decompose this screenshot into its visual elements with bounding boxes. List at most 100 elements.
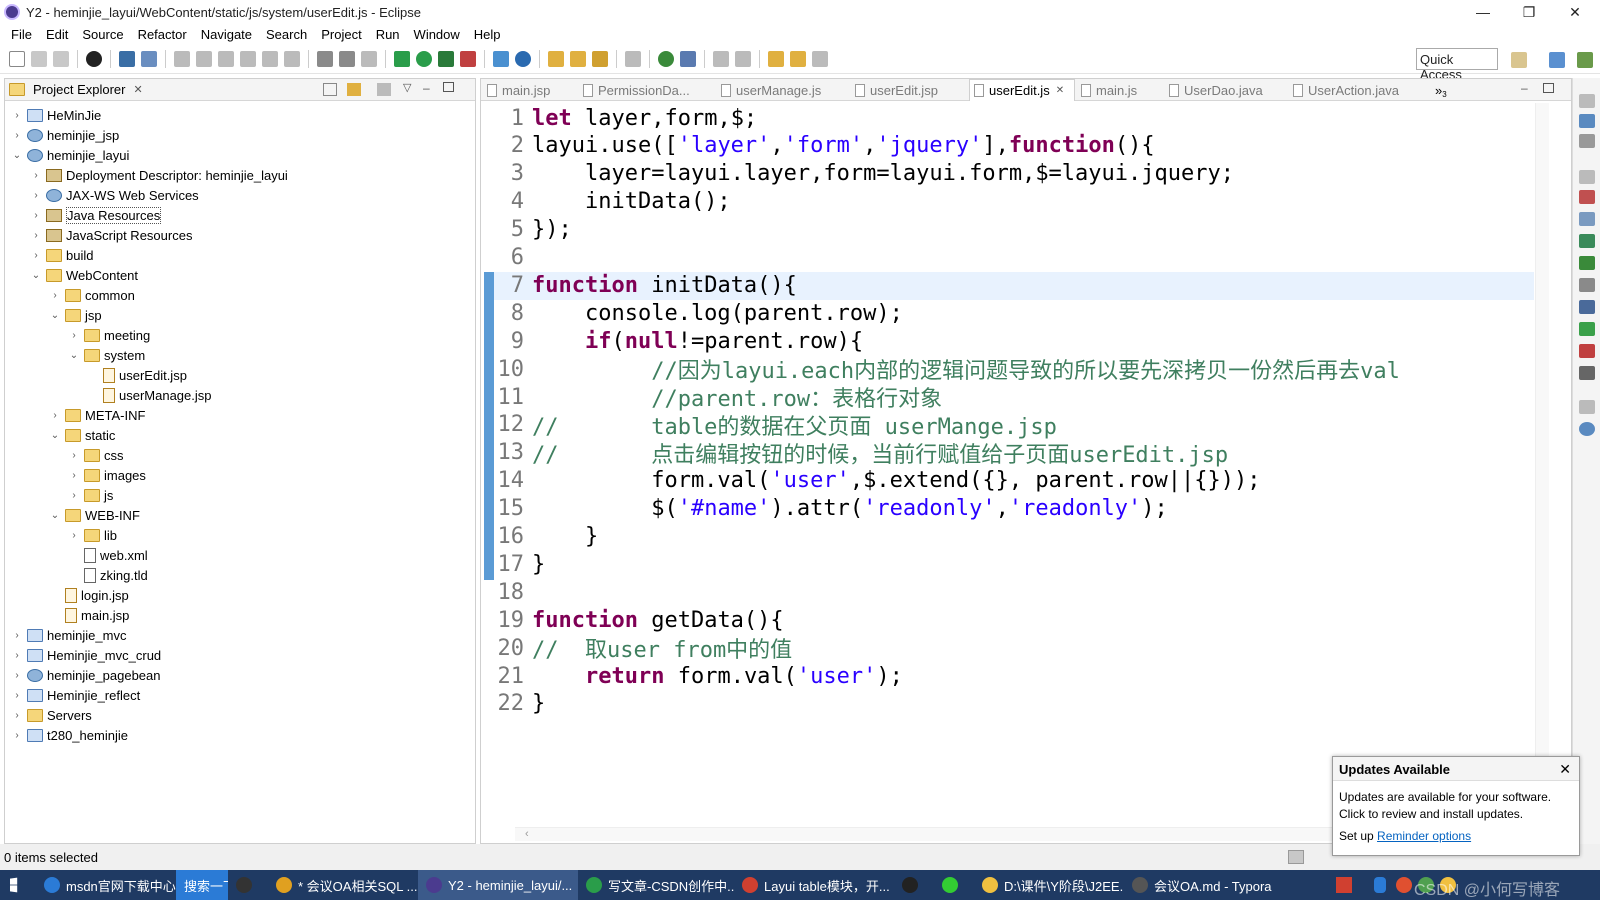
code-line[interactable]: 16 } (494, 523, 599, 551)
tree-item[interactable]: › heminjie_jsp (11, 125, 119, 145)
disconnect-icon[interactable] (240, 50, 256, 67)
terminate-icon[interactable] (218, 50, 234, 67)
search-tool-icon[interactable] (592, 50, 608, 67)
collapse-arrow-icon[interactable]: ⌄ (11, 150, 23, 161)
taskbar-item[interactable]: Layui table模块，开... (734, 870, 894, 900)
tree-item[interactable]: › heminjie_pagebean (11, 665, 160, 685)
new-server-icon[interactable] (493, 50, 509, 67)
tree-item[interactable]: › css (68, 445, 123, 465)
expand-arrow-icon[interactable]: › (49, 410, 61, 421)
expand-arrow-icon[interactable]: › (68, 530, 80, 541)
collapse-all-icon[interactable] (323, 83, 337, 96)
view-menu-icon[interactable]: ▽ (403, 81, 411, 94)
code-line[interactable]: 18 (494, 578, 532, 606)
console-icon[interactable] (119, 50, 135, 67)
start-button[interactable] (0, 870, 36, 900)
collapse-arrow-icon[interactable]: ⌄ (49, 310, 61, 321)
collapse-arrow-icon[interactable]: ⌄ (49, 430, 61, 441)
forward-icon[interactable] (812, 50, 828, 67)
restore-icon[interactable] (1579, 400, 1595, 414)
quick-access-input[interactable]: Quick Access (1416, 48, 1498, 82)
snippets-icon[interactable] (1579, 278, 1595, 292)
help-icon[interactable] (1579, 422, 1595, 436)
close-window-button[interactable]: ✕ (1552, 0, 1598, 24)
tree-item[interactable]: › Servers (11, 705, 91, 725)
code-line[interactable]: 2 layui.use(['layer','form','jquery'], fun… (494, 132, 1155, 160)
expand-arrow-icon[interactable]: › (68, 470, 80, 481)
profile-icon[interactable] (86, 50, 102, 67)
skip-breakpoints-icon[interactable] (141, 50, 157, 67)
menu-window[interactable]: Window (414, 27, 460, 42)
code-line[interactable]: 5}); (494, 216, 572, 244)
close-tab-icon[interactable]: ✕ (1056, 85, 1064, 96)
tree-item[interactable]: › META-INF (49, 405, 145, 425)
debug-perspective-icon[interactable] (1577, 52, 1593, 68)
maximize-button[interactable]: ❐ (1506, 0, 1552, 24)
properties-icon[interactable] (1579, 212, 1595, 226)
expand-arrow-icon[interactable]: › (30, 210, 42, 221)
use-step-filters-icon[interactable] (339, 50, 355, 67)
search-view-icon[interactable] (1579, 366, 1595, 380)
tab-useraction-java[interactable]: UserAction.java (1293, 79, 1423, 101)
code-line[interactable]: 20 // 取user from中的值 (494, 634, 793, 664)
taskbar-item[interactable]: 会议OA.md - Typora (1124, 870, 1284, 900)
menu-run[interactable]: Run (376, 27, 400, 42)
tree-item[interactable]: › Java Resources (30, 205, 162, 225)
expand-arrow-icon[interactable]: › (68, 490, 80, 501)
taskbar-item[interactable]: Y2 - heminjie_layui/... (418, 870, 578, 900)
tree-item[interactable]: › lib (68, 525, 117, 545)
tree-item[interactable]: ⌄ WebContent (30, 265, 138, 285)
globe-icon[interactable] (658, 50, 674, 67)
code-line[interactable]: 7 function initData(){ (494, 271, 797, 299)
tree-item[interactable]: › heminjie_mvc (11, 625, 126, 645)
code-line[interactable]: 9 if(null !=parent.row){ (494, 327, 863, 355)
tree-item[interactable]: › images (68, 465, 146, 485)
back-icon[interactable] (790, 50, 806, 67)
code-line[interactable]: 10 //因为layui.each内部的逻辑问题导致的所以要先深拷贝一份然后再去… (494, 355, 1400, 385)
close-view-icon[interactable]: ✕ (133, 83, 142, 96)
tab-main-js[interactable]: main.js (1081, 79, 1163, 101)
tree-item[interactable]: › t280_heminjie (11, 725, 128, 745)
expand-arrow-icon[interactable]: › (68, 450, 80, 461)
expand-arrow-icon[interactable]: › (11, 130, 23, 141)
expand-arrow-icon[interactable]: › (30, 250, 42, 261)
code-line[interactable]: 12// table的数据在父页面 userMange.jsp (494, 411, 1057, 440)
restore-icon[interactable] (1579, 170, 1595, 184)
minimize-editor-icon[interactable]: – (1521, 81, 1528, 95)
junit-icon[interactable] (1579, 344, 1595, 358)
expand-arrow-icon[interactable]: › (11, 730, 23, 741)
new-icon[interactable] (9, 50, 25, 67)
tree-item[interactable]: › JAX-WS Web Services (30, 185, 198, 205)
run-icon[interactable] (416, 50, 432, 67)
markers-icon[interactable] (1579, 190, 1595, 204)
tree-item[interactable]: web.xml (68, 545, 148, 565)
expand-arrow-icon[interactable]: › (30, 230, 42, 241)
data-source-icon[interactable] (1579, 256, 1595, 270)
open-perspective-icon[interactable] (1511, 52, 1527, 68)
menu-file[interactable]: File (11, 27, 32, 42)
tree-item[interactable]: › HeMinJie (11, 105, 101, 125)
code-line[interactable]: 4 initData(); (494, 188, 731, 216)
tab-userdao-java[interactable]: UserDao.java (1169, 79, 1281, 101)
taskbar-item[interactable]: 搜索一下 (176, 870, 228, 900)
collapse-arrow-icon[interactable]: ⌄ (30, 270, 42, 281)
tree-item[interactable]: ⌄ static (49, 425, 116, 445)
tree-item[interactable]: main.jsp (49, 605, 129, 625)
code-line[interactable]: 22} (494, 690, 546, 718)
taskbar-item[interactable]: msdn官网下载中心 (36, 870, 176, 900)
open-type-icon[interactable] (548, 50, 564, 67)
console-view-icon[interactable] (1579, 300, 1595, 314)
tree-item[interactable]: login.jsp (49, 585, 129, 605)
taskbar-item[interactable]: * 会议OA相关SQL ... (268, 870, 418, 900)
external-tools-icon[interactable] (460, 50, 476, 67)
restore-icon[interactable] (1579, 94, 1595, 108)
coverage-icon[interactable] (438, 50, 454, 67)
tree-item[interactable]: userManage.jsp (87, 385, 212, 405)
maximize-view-icon[interactable] (443, 82, 454, 92)
taskbar-item[interactable] (934, 870, 974, 900)
menu-help[interactable]: Help (474, 27, 501, 42)
tree-item[interactable]: ⌄ heminjie_layui (11, 145, 130, 165)
tree-item[interactable]: › build (30, 245, 93, 265)
code-line[interactable]: 3 layer=layui.layer,form=layui.form,$=la… (494, 160, 1234, 188)
save-icon[interactable] (31, 50, 47, 67)
